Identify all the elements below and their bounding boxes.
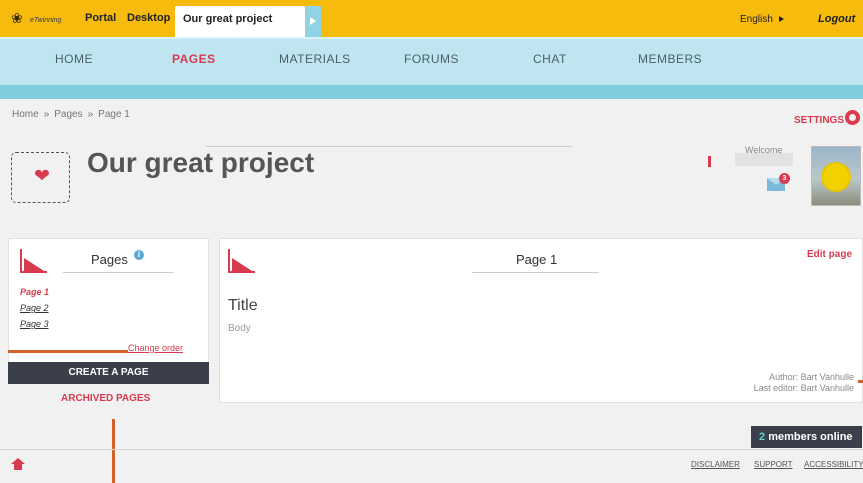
annotation-bar (8, 350, 128, 353)
support-link[interactable]: SUPPORT (754, 460, 793, 469)
nav-members[interactable]: MEMBERS (638, 52, 702, 66)
page-meta: Author: Bart Vanhulle Last editor: Bart … (754, 372, 854, 394)
breadcrumb: Home » Pages » Page 1 (12, 109, 130, 120)
page-title: Our great project (87, 147, 315, 178)
avatar[interactable] (811, 146, 861, 206)
logo-text: eTwinning (30, 17, 62, 24)
home-icon[interactable] (11, 458, 25, 470)
language-selector[interactable]: English (740, 14, 784, 25)
breadcrumb-separator: » (87, 109, 94, 120)
desktop-link[interactable]: Desktop (127, 12, 170, 24)
last-editor-text: Last editor: Bart Vanhulle (753, 383, 854, 393)
etwinning-logo[interactable]: ❀ eTwinning (11, 10, 61, 28)
top-bar: ❀ eTwinning Portal Desktop Our great pro… (0, 0, 863, 37)
messages-button[interactable]: 3 (767, 173, 790, 191)
page-link-3[interactable]: Page 3 (20, 319, 49, 329)
welcome-marker (708, 156, 711, 167)
pages-heading-divider (63, 272, 173, 273)
page-heading: Page 1 (516, 252, 558, 267)
disclaimer-link[interactable]: DISCLAIMER (691, 460, 740, 469)
create-page-button[interactable]: CREATE A PAGE (8, 362, 209, 384)
avatar-smiley-image (823, 164, 849, 190)
page-link-1[interactable]: Page 1 (20, 287, 49, 297)
breadcrumb-current: Page 1 (98, 109, 130, 120)
page-heading-divider (472, 272, 599, 273)
page-content-panel: Page 1 Edit page Title Body Author: Bart… (219, 238, 863, 403)
footer-divider (0, 449, 863, 450)
archived-pages-link[interactable]: ARCHIVED PAGES (61, 393, 150, 404)
breadcrumb-home[interactable]: Home (12, 109, 39, 120)
language-label: English (740, 14, 773, 25)
nav-divider-strip (0, 85, 863, 99)
page-corner-icon (228, 249, 255, 273)
portal-link[interactable]: Portal (85, 12, 116, 24)
breadcrumb-pages[interactable]: Pages (54, 109, 82, 120)
logout-link[interactable]: Logout (818, 13, 855, 25)
nav-forums[interactable]: FORUMS (404, 52, 459, 66)
page-content-title: Title (228, 297, 258, 314)
online-label: members online (768, 431, 853, 443)
members-online-button[interactable]: 2 members online (751, 426, 862, 448)
project-tab[interactable]: Our great project (175, 6, 305, 37)
heart-icon: ❤ (34, 166, 50, 187)
main-nav: HOME PAGES MATERIALS FORUMS CHAT MEMBERS (0, 37, 863, 85)
project-icon-box[interactable]: ❤ (11, 152, 70, 203)
author-text: Author: Bart Vanhulle (769, 372, 854, 382)
nav-pages[interactable]: PAGES (172, 52, 216, 66)
annotation-line (112, 419, 115, 483)
etwinning-logo-icon: ❀ (11, 10, 23, 26)
nav-home[interactable]: HOME (55, 52, 93, 66)
accessibility-link[interactable]: ACCESSIBILITY (804, 460, 863, 469)
online-count: 2 (759, 431, 766, 443)
settings-link[interactable]: SETTINGS (794, 115, 844, 126)
page-corner-icon (20, 249, 47, 273)
change-order-link[interactable]: Change order (128, 343, 183, 353)
unread-badge: 3 (779, 173, 790, 184)
page-link-2[interactable]: Page 2 (20, 303, 49, 313)
project-tab-label: Our great project (183, 13, 273, 25)
gear-icon[interactable] (845, 110, 860, 125)
page-content-body: Body (228, 323, 251, 334)
caret-right-icon (778, 16, 784, 23)
nav-materials[interactable]: MATERIALS (279, 52, 351, 66)
breadcrumb-separator: » (43, 109, 50, 120)
tab-expand-arrow-icon[interactable] (305, 6, 321, 37)
username-redacted (735, 153, 793, 166)
pages-heading: Pages (91, 252, 128, 267)
edit-page-link[interactable]: Edit page (807, 249, 852, 260)
info-icon[interactable]: i (134, 250, 144, 260)
annotation-tick (858, 380, 863, 383)
nav-chat[interactable]: CHAT (533, 52, 567, 66)
